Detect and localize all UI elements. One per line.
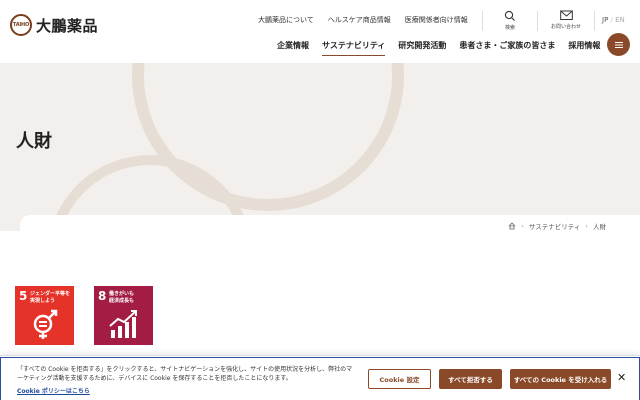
breadcrumb-current: 人財 (593, 223, 606, 231)
sdg-number: 8 (98, 289, 107, 303)
sdg-goal-8-tile[interactable]: 8 働きがいも 経済成長も (94, 286, 153, 345)
nav-corporate[interactable]: 企業情報 (277, 40, 309, 56)
logo-mark: TAIHO (10, 14, 32, 36)
utility-nav: 大鵬薬品について ヘルスケア商品情報 医療関係者向け情報 (258, 15, 482, 25)
hero-banner: 人財 (0, 63, 640, 231)
accept-all-button[interactable]: すべての Cookie を受け入れる (510, 369, 611, 389)
contact-label: お問い合わせ (550, 24, 581, 30)
close-icon[interactable]: ✕ (617, 371, 626, 384)
breadcrumb: › サステナビリティ › 人財 (508, 221, 606, 231)
cookie-banner: 「すべての Cookie を拒否する」をクリックすると、サイトナビゲーションを強… (0, 355, 640, 400)
contact-button[interactable]: お問い合わせ (540, 10, 592, 32)
reject-all-button[interactable]: すべて拒否する (439, 369, 502, 389)
breadcrumb-separator: › (521, 222, 524, 230)
main-nav: 企業情報 サステナビリティ 研究開発活動 患者さま・ご家族の皆さま 採用情報 (277, 40, 613, 56)
nav-sustainability[interactable]: サステナビリティ (322, 40, 386, 56)
search-button[interactable]: 検索 (484, 10, 536, 32)
taiho-logo[interactable]: TAIHO 大鵬薬品 (10, 14, 98, 36)
cookie-message: 「すべての Cookie を拒否する」をクリックすると、サイトナビゲーションを強… (17, 366, 353, 382)
home-icon[interactable] (508, 222, 516, 230)
page-title: 人財 (16, 131, 52, 152)
nav-recruit[interactable]: 採用情報 (568, 40, 600, 56)
gender-equality-icon (33, 309, 58, 339)
logo-text: 大鵬薬品 (36, 16, 99, 35)
language-switch: JP / EN (602, 16, 625, 24)
lang-en[interactable]: EN (615, 16, 625, 24)
search-label: 検索 (504, 25, 515, 31)
cookie-policy-link[interactable]: Cookie ポリシーはこちら (17, 386, 90, 395)
site-header: TAIHO 大鵬薬品 大鵬薬品について ヘルスケア商品情報 医療関係者向け情報 … (0, 0, 640, 63)
sdg-title: ジェンダー平等を 実現しよう (30, 291, 71, 304)
sdg-number: 5 (19, 289, 28, 303)
divider (482, 11, 483, 31)
cookie-settings-button[interactable]: Cookie 設定 (368, 369, 431, 389)
mail-icon (559, 10, 573, 20)
util-link-about[interactable]: 大鵬薬品について (258, 15, 314, 25)
sdg-title: 働きがいも 経済成長も (109, 291, 135, 304)
menu-button[interactable] (607, 33, 630, 56)
divider (537, 11, 538, 31)
util-link-medical[interactable]: 医療関係者向け情報 (405, 15, 468, 25)
lang-jp[interactable]: JP (602, 16, 608, 24)
search-icon (504, 10, 515, 21)
util-link-healthcare[interactable]: ヘルスケア商品情報 (328, 15, 391, 25)
divider (594, 11, 595, 31)
nav-patients[interactable]: 患者さま・ご家族の皆さま (459, 40, 555, 56)
hamburger-icon (614, 41, 623, 48)
sdg-goal-5-tile[interactable]: 5 ジェンダー平等を 実現しよう (15, 286, 74, 345)
lang-separator: / (610, 16, 613, 24)
breadcrumb-separator: › (585, 222, 588, 230)
breadcrumb-bar: › サステナビリティ › 人財 (20, 215, 640, 237)
economic-growth-icon (109, 310, 137, 338)
breadcrumb-sustainability[interactable]: サステナビリティ (529, 221, 580, 231)
decorative-rings (50, 63, 404, 231)
nav-research[interactable]: 研究開発活動 (398, 40, 446, 56)
